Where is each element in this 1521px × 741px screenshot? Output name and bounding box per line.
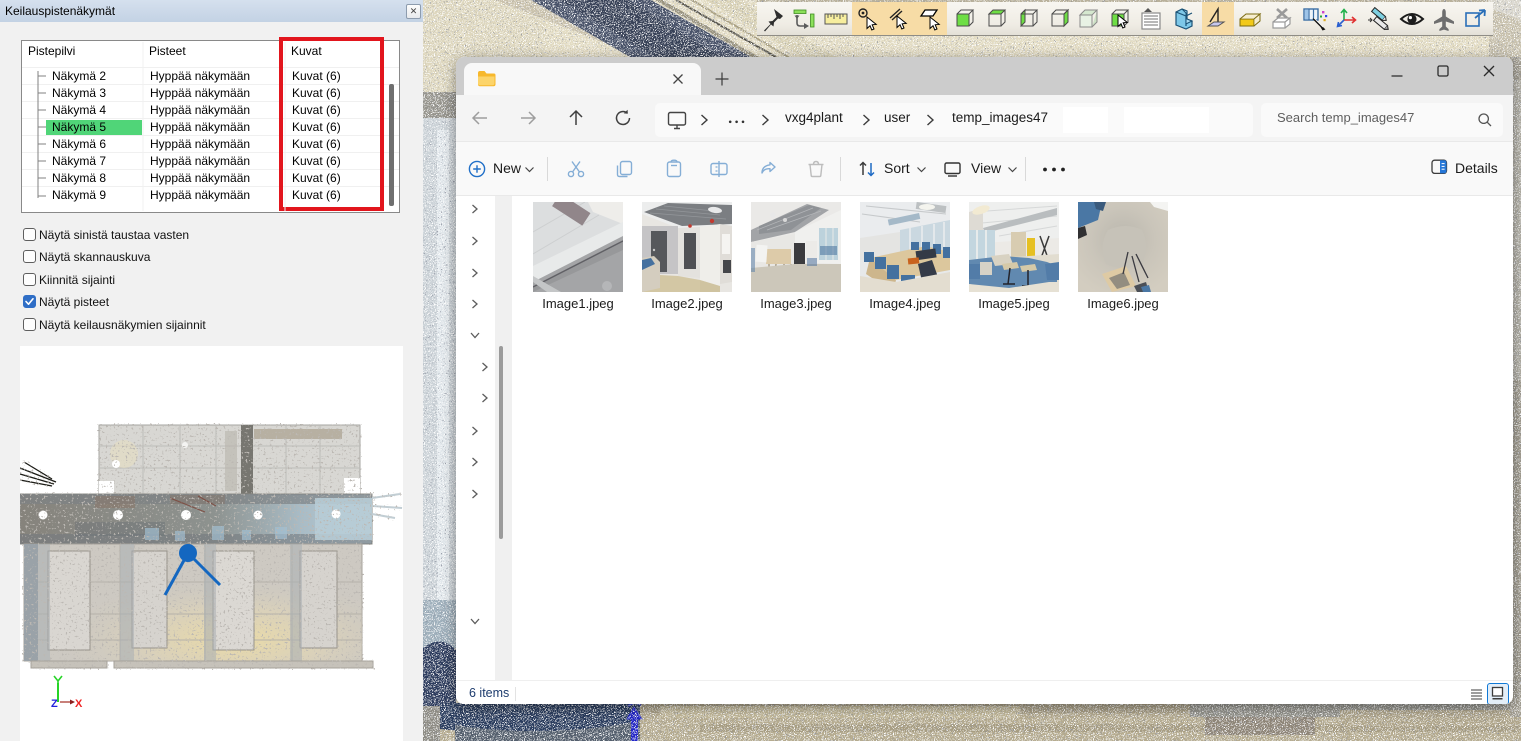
- svg-text:Z: Z: [51, 698, 58, 710]
- svg-text:X: X: [75, 698, 83, 710]
